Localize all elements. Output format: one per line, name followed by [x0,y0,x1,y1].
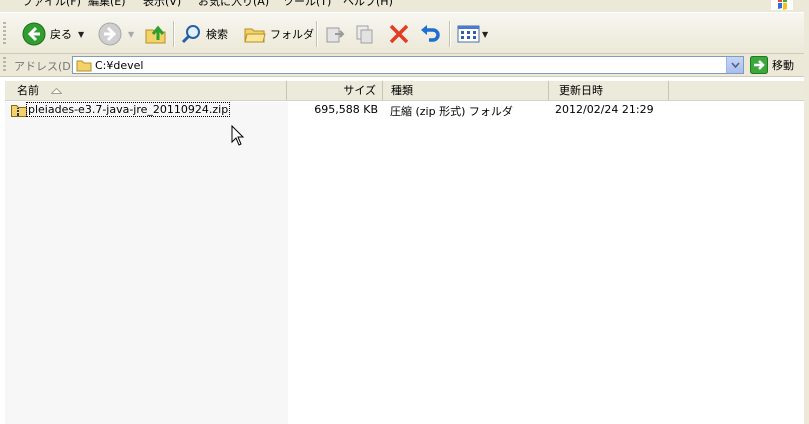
back-arrow-icon [22,22,46,46]
menu-file[interactable]: ファイル(F) [22,0,81,9]
search-icon [181,25,200,44]
column-size-label: サイズ [343,84,376,97]
menu-view[interactable]: 表示(V) [143,0,181,9]
file-type: 圧縮 (zip 形式) フォルダ [390,105,513,118]
column-header: 名前 サイズ 種類 更新日時 [5,81,804,101]
sort-ascending-icon [51,88,62,94]
window-right-border [804,0,809,424]
up-folder-icon [145,25,166,44]
menu-edit[interactable]: 編集(E) [88,0,126,9]
views-button[interactable]: ▼ [457,19,488,49]
toolbar-grip[interactable] [3,22,6,46]
address-grip[interactable] [3,57,6,73]
delete-button[interactable] [388,19,410,49]
forward-button[interactable]: ▼ [98,19,134,49]
copy-to-icon [356,25,373,44]
folders-icon [244,28,266,43]
zip-folder-icon [11,105,27,117]
views-icon [457,25,480,43]
forward-dropdown-icon[interactable]: ▼ [128,30,134,39]
folders-button[interactable]: フォルダ [244,19,314,49]
delete-icon [389,24,409,44]
column-name-label: 名前 [17,84,39,97]
file-modified: 2012/02/24 21:29 [555,103,654,116]
address-label: アドレス(D) [14,60,76,73]
move-to-icon [326,27,345,43]
menu-help[interactable]: ヘルプ(H) [343,0,393,9]
address-path: C:¥devel [95,59,144,72]
windows-logo-icon [771,0,793,10]
menu-tools[interactable]: ツール(T) [283,0,331,9]
address-bar: アドレス(D) C:¥devel 移動 [0,54,809,77]
column-modified-label: 更新日時 [559,84,603,97]
address-input[interactable]: C:¥devel [72,56,744,74]
go-label: 移動 [772,59,794,72]
menu-favorites[interactable]: お気に入り(A) [198,0,269,9]
up-folder-button[interactable] [144,19,168,49]
address-dropdown-button[interactable] [726,57,743,73]
file-list[interactable]: 名前 サイズ 種類 更新日時 pleiades-e3.7-java-jre_20… [0,78,809,424]
views-dropdown-icon[interactable]: ▼ [482,30,488,39]
column-header-size[interactable]: サイズ [287,81,383,100]
file-name[interactable]: pleiades-e3.7-java-jre_20110924.zip [25,102,231,117]
undo-button[interactable] [419,19,441,49]
back-dropdown-icon[interactable]: ▼ [78,30,84,39]
file-size: 695,588 KB [314,103,378,116]
search-button[interactable]: 検索 [180,19,228,49]
chevron-down-icon [730,62,740,68]
mouse-pointer-icon [231,125,245,146]
undo-icon [421,25,440,42]
menu-bar: ファイル(F) 編集(E) 表示(V) お気に入り(A) ツール(T) ヘルプ(… [0,0,809,12]
folder-icon [76,60,92,72]
column-header-type[interactable]: 種類 [383,81,549,100]
go-arrow-icon [750,56,768,74]
go-button[interactable]: 移動 [750,56,794,74]
standard-toolbar: 戻る ▼ ▼ 検索 フォルダ ▼ [0,12,809,54]
forward-arrow-icon [98,22,122,46]
file-row[interactable]: pleiades-e3.7-java-jre_20110924.zip 695,… [5,102,804,118]
search-label: 検索 [206,28,228,41]
sorted-column-highlight [5,102,288,424]
back-button[interactable]: 戻る ▼ [22,19,84,49]
back-label: 戻る [50,28,72,41]
move-to-button[interactable] [324,19,346,49]
folders-label: フォルダ [270,28,314,41]
column-header-modified[interactable]: 更新日時 [549,81,669,100]
column-header-name[interactable]: 名前 [5,81,287,100]
column-type-label: 種類 [391,84,413,97]
copy-to-button[interactable] [355,19,377,49]
